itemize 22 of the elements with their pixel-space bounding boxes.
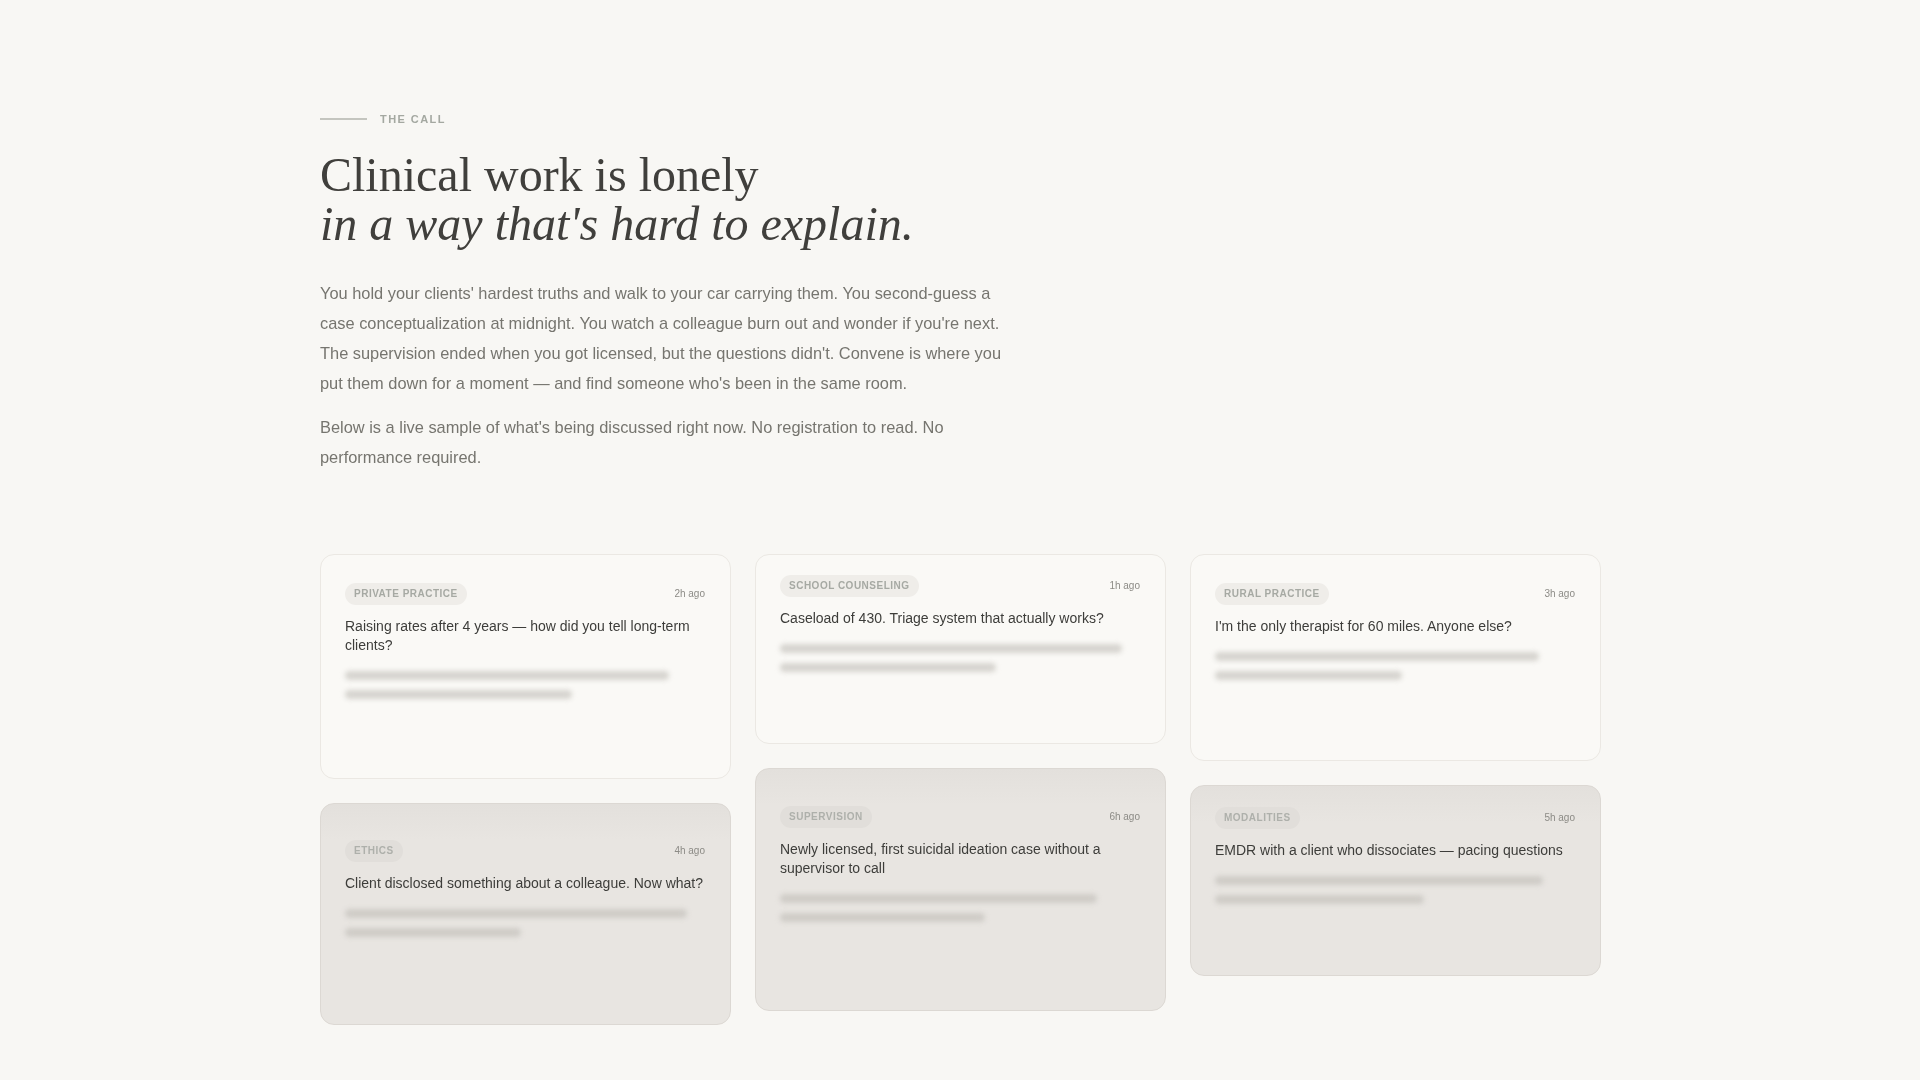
- post-card[interactable]: PRIVATE PRACTICE 2h ago Raising rates after 4 years — how did you tell long-term clients?: [320, 554, 731, 779]
- post-title: Caseload of 430. Triage system that actually works?: [780, 609, 1105, 628]
- category-tag: SCHOOL COUNSELING: [780, 575, 919, 597]
- post-time: 6h ago: [1109, 811, 1140, 823]
- category-tag: RURAL PRACTICE: [1215, 583, 1329, 605]
- post-title: Client disclosed something about a colleague. Now what?: [345, 874, 704, 893]
- post-time: 5h ago: [1544, 812, 1575, 824]
- post-card[interactable]: SCHOOL COUNSELING 1h ago Caseload of 430. Triage system that actually works?: [755, 554, 1166, 744]
- post-time: 3h ago: [1544, 588, 1575, 600]
- post-time: 2h ago: [674, 588, 705, 600]
- intro-paragraph: Below is a live sample of what's being discussed right now. No registration to read. No performance required.: [320, 417, 945, 468]
- post-title: EMDR with a client who dissociates — pacing questions: [1215, 841, 1564, 860]
- post-title: I'm the only therapist for 60 miles. Anyone else?: [1215, 617, 1513, 636]
- post-time: 1h ago: [1109, 580, 1140, 592]
- post-card[interactable]: RURAL PRACTICE 3h ago I'm the only therapist for 60 miles. Anyone else?: [1190, 554, 1601, 761]
- section-eyebrow: THE CALL: [380, 112, 446, 126]
- category-tag: PRIVATE PRACTICE: [345, 583, 467, 605]
- headline-line: Clinical work is lonely: [320, 150, 759, 199]
- post-title: Raising rates after 4 years — how did you tell long-term clients?: [345, 617, 691, 655]
- post-time: 4h ago: [674, 845, 705, 857]
- post-title: Newly licensed, first suicidal ideation case without a supervisor to call: [780, 840, 1102, 878]
- intro-paragraph: You hold your clients' hardest truths and walk to your car carrying them. You second-guess a case conceptualization at midnight. You watch a colleague burn out and wonder if you're next. The supervision ended when you got licensed, but the questions didn't. Convene is where you put them down for a moment — and find someone who's been in the same room.: [320, 283, 1003, 394]
